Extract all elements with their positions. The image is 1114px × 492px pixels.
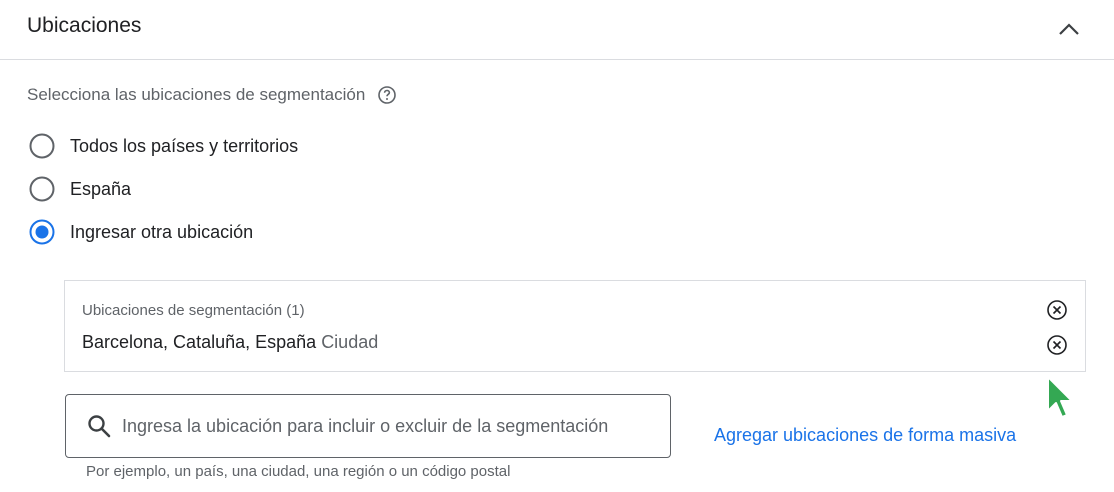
radio-label: España bbox=[70, 178, 132, 199]
location-name: Barcelona, Cataluña, España bbox=[82, 332, 317, 352]
clear-all-button[interactable] bbox=[1045, 298, 1069, 322]
chevron-up-icon bbox=[1059, 23, 1079, 35]
locations-prompt-text: Selecciona las ubicaciones de segmentaci… bbox=[27, 85, 366, 104]
clear-icon bbox=[1047, 300, 1067, 320]
search-hint: Por ejemplo, un país, una ciudad, una re… bbox=[86, 463, 511, 480]
section-header: Ubicaciones bbox=[0, 0, 1114, 60]
bulk-add-locations-link[interactable]: Agregar ubicaciones de forma masiva bbox=[714, 425, 1016, 446]
radio-option-spain[interactable]: España bbox=[28, 175, 131, 203]
radio-label: Todos los países y territorios bbox=[70, 135, 299, 156]
search-icon bbox=[86, 413, 112, 439]
collapse-button[interactable] bbox=[1054, 14, 1084, 44]
help-icon[interactable] bbox=[377, 85, 397, 105]
cursor-icon bbox=[1047, 376, 1073, 418]
location-search-input[interactable] bbox=[122, 415, 662, 437]
locations-prompt: Selecciona las ubicaciones de segmentaci… bbox=[27, 85, 397, 105]
clear-icon bbox=[1047, 335, 1067, 355]
radio-button-selected[interactable] bbox=[28, 218, 56, 246]
section-title: Ubicaciones bbox=[27, 14, 142, 37]
radio-option-all[interactable]: Todos los países y territorios bbox=[28, 132, 298, 160]
selected-locations-label: Ubicaciones de segmentación (1) bbox=[82, 302, 305, 319]
location-type: Ciudad bbox=[321, 332, 379, 352]
radio-option-other[interactable]: Ingresar otra ubicación bbox=[28, 218, 253, 246]
selected-locations-box: Ubicaciones de segmentación (1) Barcelon… bbox=[64, 280, 1086, 372]
remove-location-button[interactable] bbox=[1045, 333, 1069, 357]
location-search-box[interactable] bbox=[65, 394, 671, 458]
selected-location-item: Barcelona, Cataluña, España Ciudad bbox=[82, 332, 378, 353]
radio-label: Ingresar otra ubicación bbox=[70, 221, 254, 242]
radio-button[interactable] bbox=[28, 175, 56, 203]
radio-button[interactable] bbox=[28, 132, 56, 160]
